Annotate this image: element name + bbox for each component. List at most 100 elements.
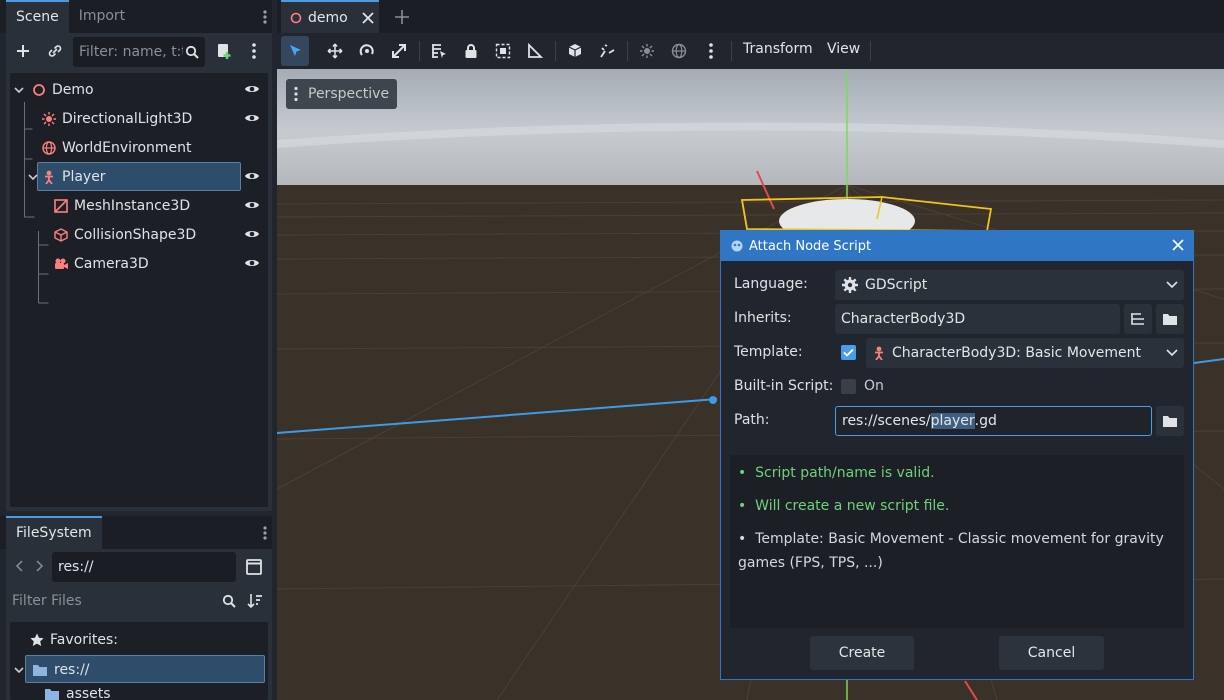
folder-icon bbox=[1163, 416, 1177, 427]
tree-item-camera[interactable]: Camera3D bbox=[10, 249, 268, 278]
attach-node-script-dialog: Attach Node Script Language: GDScript In… bbox=[720, 230, 1194, 680]
dock-menu-icon[interactable] bbox=[262, 525, 268, 541]
validation-message: • Script path/name is valid. bbox=[738, 465, 935, 481]
scale-icon[interactable] bbox=[391, 43, 407, 59]
group-icon[interactable] bbox=[495, 43, 511, 59]
filesystem-path-input[interactable]: res:// bbox=[52, 552, 236, 582]
eye-icon[interactable] bbox=[244, 198, 260, 212]
chevron-down-icon[interactable] bbox=[14, 665, 24, 675]
character-body-icon bbox=[45, 170, 53, 184]
link-icon bbox=[48, 45, 62, 57]
filesystem-tabbar: FileSystem bbox=[0, 516, 272, 549]
close-icon[interactable] bbox=[362, 11, 374, 24]
template-checkbox[interactable] bbox=[841, 345, 856, 360]
view-menu[interactable]: View bbox=[827, 41, 860, 57]
scene-tab-label: demo bbox=[308, 9, 348, 26]
chevron-down-icon[interactable] bbox=[14, 85, 24, 95]
add-node-button[interactable] bbox=[9, 37, 37, 65]
back-icon[interactable] bbox=[15, 560, 25, 572]
lock-icon[interactable] bbox=[463, 43, 479, 59]
transform-menu[interactable]: Transform bbox=[743, 41, 813, 57]
tab-filesystem[interactable]: FileSystem bbox=[6, 516, 102, 549]
favorites-item[interactable]: Favorites: bbox=[10, 625, 268, 654]
ruler-icon[interactable] bbox=[527, 43, 543, 59]
character-body-icon bbox=[875, 346, 883, 360]
inherits-tree-button[interactable] bbox=[1124, 304, 1152, 334]
tree-item-collision-shape[interactable]: CollisionShape3D bbox=[10, 220, 268, 249]
list-select-icon[interactable] bbox=[431, 43, 447, 59]
chevron-down-icon bbox=[1166, 281, 1178, 289]
tab-scene[interactable]: Scene bbox=[6, 0, 69, 33]
eye-icon[interactable] bbox=[244, 169, 260, 183]
builtin-script-checkbox[interactable] bbox=[841, 379, 856, 394]
scene-filter-placeholder: Filter: name, t:t bbox=[79, 44, 183, 60]
path-suffix: .gd bbox=[974, 413, 997, 429]
scene-filter-input[interactable]: Filter: name, t:t bbox=[73, 37, 205, 67]
sort-icon[interactable] bbox=[247, 593, 263, 609]
language-select[interactable]: GDScript bbox=[835, 270, 1184, 300]
template-value: CharacterBody3D: Basic Movement bbox=[892, 345, 1141, 361]
assets-item[interactable]: assets bbox=[10, 684, 268, 700]
folder-icon bbox=[1163, 314, 1177, 325]
dialog-title: Attach Node Script bbox=[749, 238, 872, 254]
tree-item-mesh-instance[interactable]: MeshInstance3D bbox=[10, 191, 268, 220]
tree-item-directional-light[interactable]: DirectionalLight3D bbox=[10, 104, 268, 133]
move-icon[interactable] bbox=[327, 43, 343, 59]
scene-tabs-bar: demo bbox=[277, 0, 1224, 33]
attach-script-button[interactable] bbox=[210, 37, 238, 65]
forward-icon[interactable] bbox=[34, 560, 44, 572]
res-root-item[interactable]: res:// bbox=[10, 655, 268, 684]
dock-menu-icon[interactable] bbox=[262, 9, 268, 25]
check-icon bbox=[843, 348, 854, 357]
tree-item-player[interactable]: Player bbox=[10, 162, 268, 191]
instance-scene-button[interactable] bbox=[41, 37, 69, 65]
validation-message: • Will create a new script file. bbox=[738, 498, 950, 514]
cancel-button[interactable]: Cancel bbox=[999, 636, 1104, 670]
node3d-icon bbox=[33, 83, 45, 96]
template-select[interactable]: CharacterBody3D: Basic Movement bbox=[866, 338, 1184, 368]
assets-label: assets bbox=[66, 686, 111, 700]
close-icon[interactable] bbox=[1172, 239, 1184, 251]
split-view-icon[interactable] bbox=[246, 559, 262, 575]
create-button[interactable]: Create bbox=[810, 636, 914, 670]
builtin-script-on-label: On bbox=[864, 378, 884, 394]
tree-item-label: Demo bbox=[52, 81, 94, 98]
filesystem-filter-input[interactable]: Filter Files bbox=[6, 586, 242, 616]
eye-icon[interactable] bbox=[244, 227, 260, 241]
inherits-label: Inherits: bbox=[734, 310, 792, 326]
search-icon bbox=[185, 45, 199, 59]
tab-import[interactable]: Import bbox=[69, 0, 135, 33]
snap-icon[interactable] bbox=[599, 43, 615, 59]
kebab-icon[interactable] bbox=[708, 41, 714, 61]
rotate-icon[interactable] bbox=[359, 43, 375, 59]
left-dock: Scene Import Filter: name, t:t Demo Dire… bbox=[0, 0, 277, 700]
chevron-down-icon[interactable] bbox=[28, 172, 38, 182]
tree-item-demo[interactable]: Demo bbox=[10, 75, 268, 104]
scene-tab-demo[interactable]: demo bbox=[281, 0, 379, 33]
script-add-icon bbox=[218, 44, 231, 59]
folder-icon bbox=[45, 689, 59, 700]
template-label: Template: bbox=[734, 344, 803, 360]
inherits-folder-button[interactable] bbox=[1156, 304, 1184, 334]
environment-preview-icon[interactable] bbox=[671, 43, 687, 59]
new-scene-plus-icon[interactable] bbox=[394, 9, 410, 25]
cube-icon bbox=[54, 227, 68, 242]
eye-icon[interactable] bbox=[244, 82, 260, 96]
tree-item-world-environment[interactable]: WorldEnvironment bbox=[10, 133, 268, 162]
inherits-input[interactable]: CharacterBody3D bbox=[835, 304, 1120, 334]
language-value: GDScript bbox=[865, 277, 928, 293]
scene-more-button[interactable] bbox=[240, 37, 268, 65]
path-input[interactable]: res://scenes/player .gd bbox=[835, 406, 1152, 436]
path-folder-button[interactable] bbox=[1156, 406, 1184, 436]
res-root-label: res:// bbox=[54, 661, 90, 678]
perspective-menu[interactable]: Perspective bbox=[286, 79, 398, 109]
viewport-toolbar: Transform View bbox=[277, 33, 1224, 69]
select-mode-button[interactable] bbox=[281, 36, 309, 66]
sun-preview-icon[interactable] bbox=[639, 43, 655, 59]
perspective-label: Perspective bbox=[308, 86, 390, 102]
tree-item-label: MeshInstance3D bbox=[74, 197, 191, 214]
eye-icon[interactable] bbox=[244, 111, 260, 125]
local-space-icon[interactable] bbox=[567, 43, 583, 59]
eye-icon[interactable] bbox=[244, 256, 260, 270]
globe-icon bbox=[42, 140, 56, 155]
